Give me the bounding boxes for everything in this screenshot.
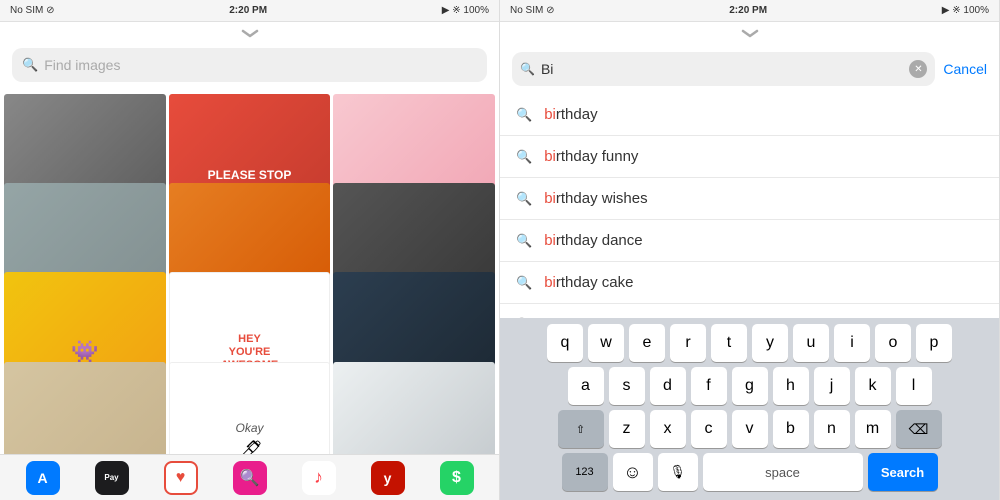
key-n[interactable]: n: [814, 410, 850, 448]
gif-label-11: Okay: [235, 421, 263, 435]
key-s[interactable]: s: [609, 367, 645, 405]
left-search-bar[interactable]: 🔍: [12, 48, 487, 82]
suggestion-item-5[interactable]: 🔍 birthday cake: [500, 262, 999, 304]
right-status-left: No SIM ⊘: [510, 5, 555, 16]
keyboard-row-3: ⇧ z x c v b n m ⌫: [504, 410, 995, 448]
suggestion-search-icon-1: 🔍: [516, 107, 532, 123]
giphy-search-icon[interactable]: 🔍: [233, 461, 267, 495]
gif-grid: Hello from the outside PLEASE STOP 👾 YIP…: [0, 90, 499, 454]
music-icon[interactable]: ♪: [302, 461, 336, 495]
suggestions-list: 🔍 birthday 🔍 birthday funny 🔍 birthday w…: [500, 94, 999, 318]
suggestion-search-icon-3: 🔍: [516, 191, 532, 207]
key-f[interactable]: f: [691, 367, 727, 405]
key-p[interactable]: p: [916, 324, 952, 362]
right-search-icon: 🔍: [520, 62, 535, 76]
left-drag-handle: [0, 22, 499, 44]
left-search-container: 🔍: [0, 44, 499, 90]
cancel-search-button[interactable]: Cancel: [943, 61, 987, 77]
left-status-left: No SIM ⊘: [10, 5, 55, 16]
key-b[interactable]: b: [773, 410, 809, 448]
key-w[interactable]: w: [588, 324, 624, 362]
yelp-icon[interactable]: y: [371, 461, 405, 495]
right-status-right: ▶ ※ 100%: [942, 5, 989, 16]
key-t[interactable]: t: [711, 324, 747, 362]
key-o[interactable]: o: [875, 324, 911, 362]
keyboard-row-2: a s d f g h j k l: [504, 367, 995, 405]
key-shift[interactable]: ⇧: [558, 410, 604, 448]
left-search-input[interactable]: [44, 57, 477, 73]
gif-cell-11[interactable]: Okay 🖊: [169, 362, 331, 454]
suggestion-item-6[interactable]: 🔍 big hug: [500, 304, 999, 318]
key-i[interactable]: i: [834, 324, 870, 362]
right-search-input-box[interactable]: 🔍 ✕: [512, 52, 935, 86]
key-space[interactable]: space: [703, 453, 863, 491]
key-y[interactable]: y: [752, 324, 788, 362]
right-drag-handle: [500, 22, 999, 44]
suggestion-search-icon-2: 🔍: [516, 149, 532, 165]
appstore-icon[interactable]: A: [26, 461, 60, 495]
keyboard-row-4: 123 ☺ 🎙 space Search: [504, 453, 995, 491]
suggestion-item-4[interactable]: 🔍 birthday dance: [500, 220, 999, 262]
key-v[interactable]: v: [732, 410, 768, 448]
right-status-time: 2:20 PM: [729, 5, 767, 16]
suggestion-search-icon-4: 🔍: [516, 233, 532, 249]
suggestion-text-4: birthday dance: [544, 232, 642, 249]
suggestion-item-2[interactable]: 🔍 birthday funny: [500, 136, 999, 178]
key-r[interactable]: r: [670, 324, 706, 362]
cashapp-icon[interactable]: $: [440, 461, 474, 495]
key-c[interactable]: c: [691, 410, 727, 448]
left-bottom-toolbar: A Pay ♥ 🔍 ♪ y $: [0, 454, 499, 500]
left-phone-panel: No SIM ⊘ 2:20 PM ▶ ※ 100% 🔍 Hello from t…: [0, 0, 500, 500]
applepay-icon[interactable]: Pay: [95, 461, 129, 495]
gif-cell-12[interactable]: [333, 362, 495, 454]
suggestion-item-1[interactable]: 🔍 birthday: [500, 94, 999, 136]
key-d[interactable]: d: [650, 367, 686, 405]
suggestion-text-2: birthday funny: [544, 148, 638, 165]
clear-search-button[interactable]: ✕: [909, 60, 927, 78]
key-u[interactable]: u: [793, 324, 829, 362]
suggestion-item-3[interactable]: 🔍 birthday wishes: [500, 178, 999, 220]
right-search-input[interactable]: [541, 61, 903, 77]
key-z[interactable]: z: [609, 410, 645, 448]
suggestion-text-3: birthday wishes: [544, 190, 647, 207]
heart-icon[interactable]: ♥: [164, 461, 198, 495]
left-status-time: 2:20 PM: [229, 5, 267, 16]
key-k[interactable]: k: [855, 367, 891, 405]
key-e[interactable]: e: [629, 324, 665, 362]
key-delete[interactable]: ⌫: [896, 410, 942, 448]
key-x[interactable]: x: [650, 410, 686, 448]
key-l[interactable]: l: [896, 367, 932, 405]
key-m[interactable]: m: [855, 410, 891, 448]
left-status-right: ▶ ※ 100%: [442, 5, 489, 16]
key-emoji[interactable]: ☺: [613, 453, 653, 491]
keyboard: q w e r t y u i o p a s d f g h j k l ⇧ …: [500, 318, 999, 500]
key-q[interactable]: q: [547, 324, 583, 362]
key-j[interactable]: j: [814, 367, 850, 405]
left-status-bar: No SIM ⊘ 2:20 PM ▶ ※ 100%: [0, 0, 499, 22]
right-phone-panel: No SIM ⊘ 2:20 PM ▶ ※ 100% 🔍 ✕ Cancel 🔍 b…: [500, 0, 1000, 500]
left-search-icon: 🔍: [22, 57, 38, 73]
key-h[interactable]: h: [773, 367, 809, 405]
suggestion-text-1: birthday: [544, 106, 597, 123]
right-status-bar: No SIM ⊘ 2:20 PM ▶ ※ 100%: [500, 0, 999, 22]
search-button[interactable]: Search: [868, 453, 938, 491]
keyboard-row-1: q w e r t y u i o p: [504, 324, 995, 362]
suggestion-search-icon-5: 🔍: [516, 275, 532, 291]
key-123[interactable]: 123: [562, 453, 608, 491]
key-g[interactable]: g: [732, 367, 768, 405]
suggestion-text-5: birthday cake: [544, 274, 633, 291]
key-a[interactable]: a: [568, 367, 604, 405]
right-search-active-bar: 🔍 ✕ Cancel: [500, 44, 999, 94]
key-mic[interactable]: 🎙: [658, 453, 698, 491]
gif-cell-10[interactable]: [4, 362, 166, 454]
